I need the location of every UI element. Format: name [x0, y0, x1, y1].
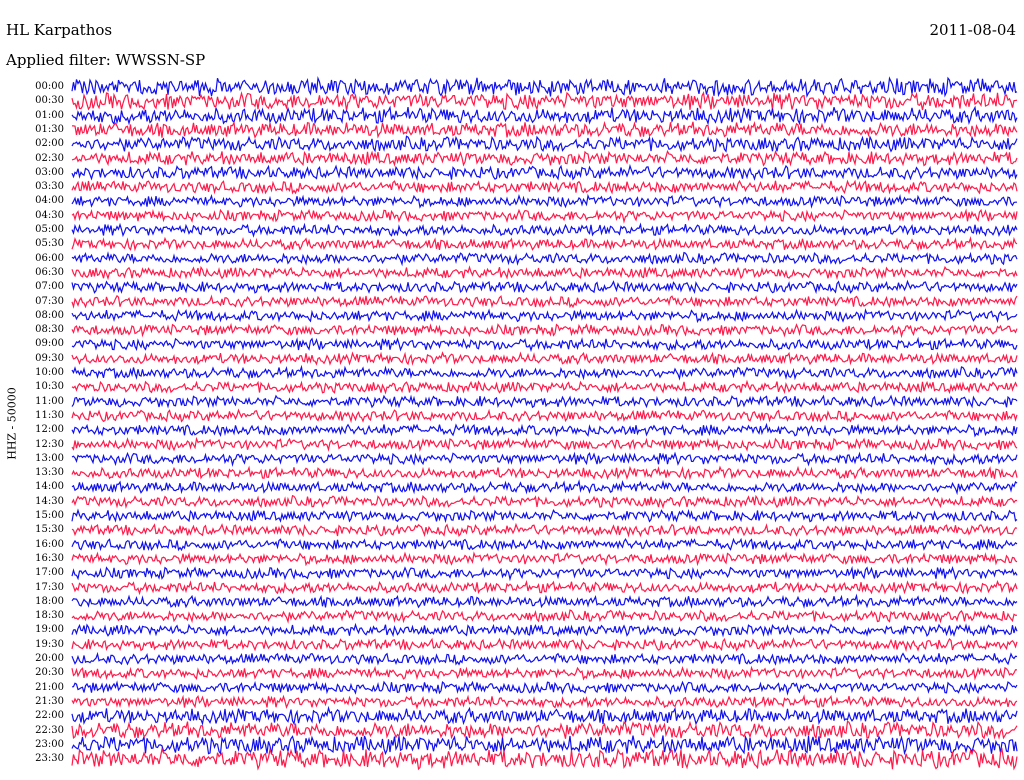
trace-line — [71, 279, 1018, 295]
trace-line — [71, 705, 1018, 726]
trace-line — [71, 222, 1018, 238]
trace-line — [71, 680, 1018, 696]
trace-line — [71, 451, 1018, 467]
trace-line — [71, 76, 1018, 98]
trace-line — [71, 694, 1018, 710]
trace-line — [71, 308, 1018, 324]
trace-line — [71, 665, 1018, 681]
trace-line — [71, 551, 1018, 567]
trace-line — [71, 734, 1018, 756]
helicorder-plot — [71, 76, 1018, 771]
trace-line — [72, 120, 1018, 139]
trace-line — [71, 408, 1018, 424]
trace-line — [71, 508, 1018, 524]
trace-line — [71, 436, 1018, 452]
trace-line — [71, 651, 1018, 666]
trace-line — [71, 565, 1018, 582]
trace-line — [71, 422, 1018, 438]
trace-line — [71, 465, 1018, 481]
trace-line — [71, 522, 1018, 538]
trace-line — [71, 351, 1018, 366]
trace-line — [71, 609, 1018, 624]
trace-line — [71, 236, 1018, 252]
trace-line — [71, 537, 1018, 552]
trace-line — [71, 251, 1018, 267]
trace-line — [71, 193, 1017, 209]
trace-line — [71, 265, 1018, 281]
trace-line — [71, 364, 1018, 381]
trace-line — [71, 494, 1017, 510]
trace-line — [71, 163, 1018, 181]
trace-line — [71, 746, 1018, 771]
trace-line — [71, 379, 1018, 395]
trace-line — [71, 208, 1018, 224]
trace-line — [71, 322, 1018, 339]
trace-line — [71, 579, 1018, 596]
trace-line — [71, 720, 1018, 740]
trace-line — [71, 336, 1018, 353]
trace-line — [71, 394, 1018, 409]
trace-line — [71, 479, 1018, 496]
trace-line — [71, 149, 1018, 167]
trace-line — [71, 90, 1018, 111]
trace-line — [71, 135, 1018, 153]
trace-line — [71, 637, 1018, 653]
trace-line — [71, 294, 1018, 309]
trace-line — [71, 593, 1018, 609]
trace-line — [71, 622, 1018, 638]
trace-line — [71, 179, 1018, 195]
trace-line — [71, 105, 1018, 126]
